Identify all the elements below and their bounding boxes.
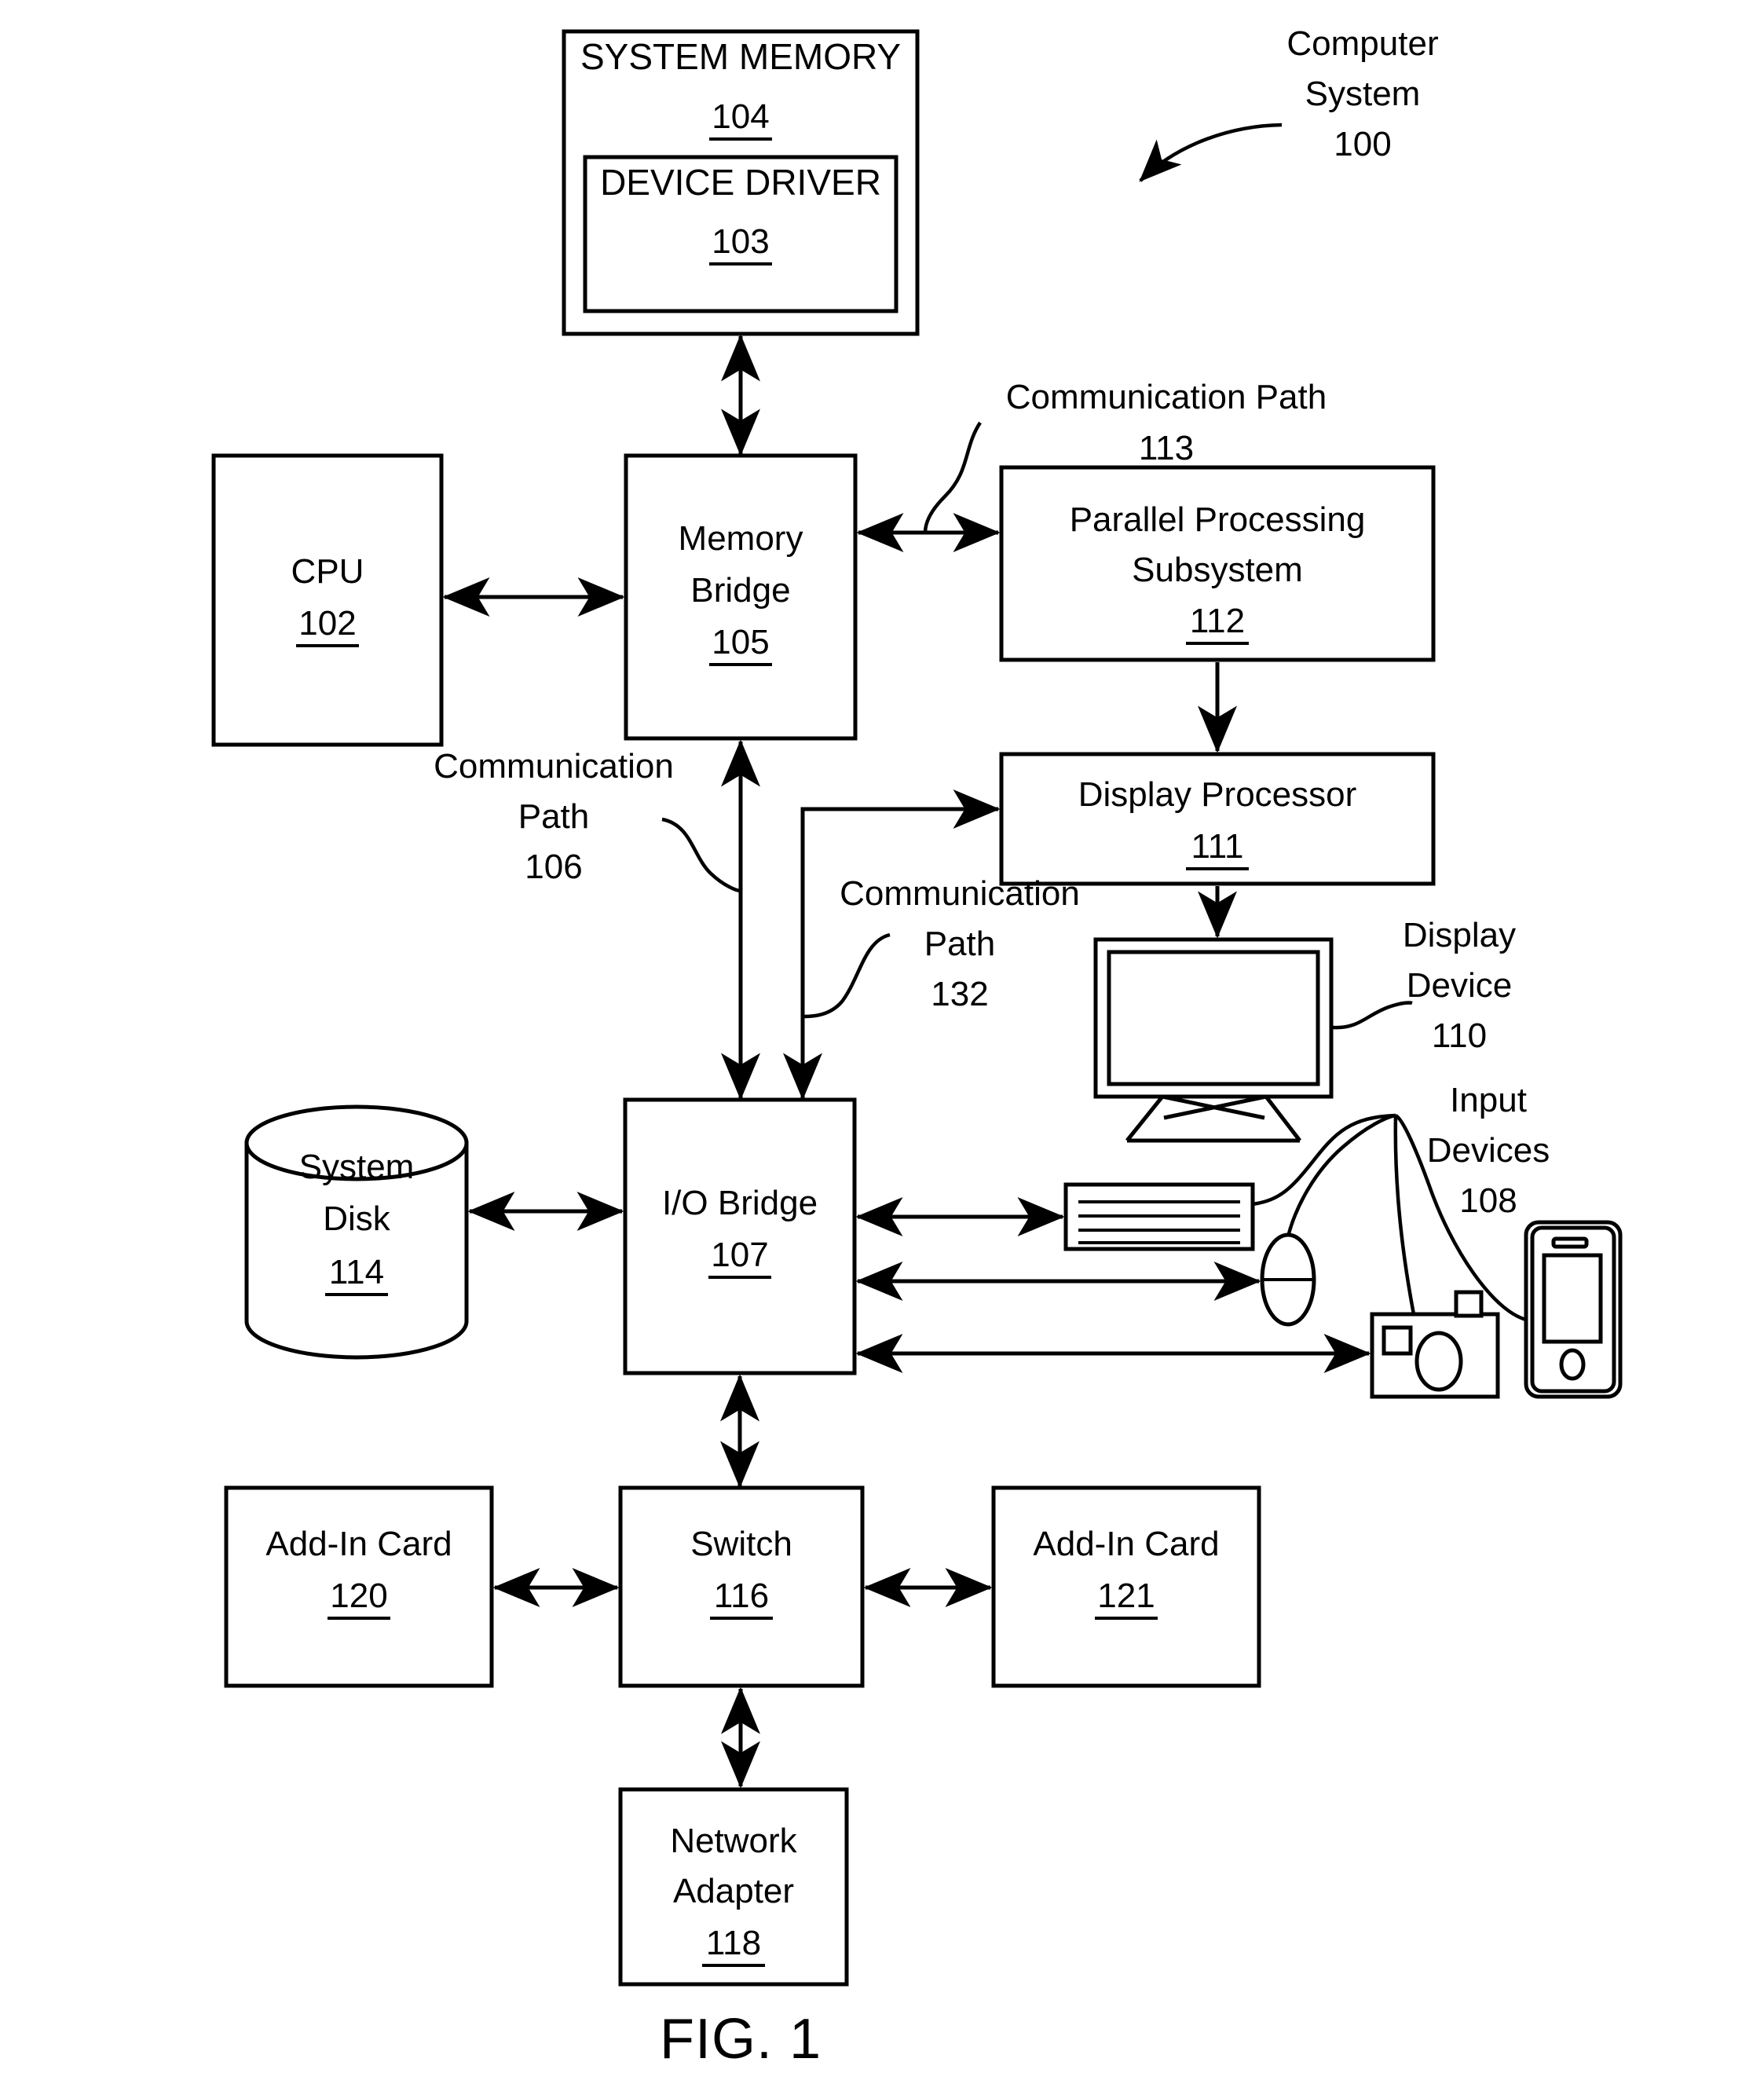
io-bridge-number: 107: [711, 1236, 768, 1274]
system-disk-block: System Disk 114: [244, 1104, 469, 1360]
system-memory-number: 104: [712, 97, 769, 136]
network-adapter-label-line1: Network: [670, 1822, 797, 1860]
pps-label-line2: Subsystem: [1132, 551, 1303, 589]
input-devices-leader-camera: [1393, 1115, 1416, 1315]
input-devices-leader-keyboard: [1252, 1113, 1396, 1207]
smartphone-icon-home-button: [1559, 1348, 1586, 1381]
comm-path-132-number: 132: [931, 975, 988, 1013]
communication-path-106-callout: Communication Path 106: [434, 747, 741, 893]
comm-path-132-label-line1: Communication: [840, 874, 1080, 913]
comm-path-132-leader: [802, 932, 891, 1019]
computer-system-callout: Computer System 100: [1139, 24, 1439, 182]
computer-system-leader-arrow: [1139, 123, 1283, 182]
smartphone-icon: [1524, 1220, 1623, 1399]
switch-block: Switch 116: [618, 1485, 865, 1688]
pps-number: 112: [1190, 602, 1245, 640]
comm-path-132-label-line2: Path: [924, 925, 996, 963]
network-adapter-number: 118: [706, 1924, 761, 1962]
input-devices-label-line1: Input: [1450, 1081, 1527, 1119]
system-memory-label: SYSTEM MEMORY: [580, 36, 901, 77]
computer-system-number: 100: [1334, 125, 1391, 163]
monitor-icon-stand-cross: [1162, 1094, 1267, 1120]
memory-bridge-block: Memory Bridge 105: [624, 453, 858, 741]
computer-system-block-diagram: SYSTEM MEMORY 104 DEVICE DRIVER 103 Comp…: [211, 24, 1623, 2071]
display-device-label-line2: Device: [1407, 966, 1513, 1005]
input-devices-block: Input Devices 108: [1063, 1081, 1623, 1399]
monitor-icon-stand-legs: [1125, 1095, 1301, 1142]
comm-path-106-label-line2: Path: [518, 797, 590, 836]
input-devices-number: 108: [1459, 1181, 1517, 1220]
io-bridge-label: I/O Bridge: [662, 1184, 818, 1222]
switch-label: Switch: [690, 1525, 792, 1563]
add-in-card-121-block: Add-In Card 121: [991, 1485, 1261, 1688]
display-device-leader: [1332, 1001, 1413, 1030]
switch-number: 116: [714, 1577, 769, 1615]
mouse-icon: [1260, 1232, 1316, 1327]
memory-bridge-number: 105: [712, 623, 769, 661]
computer-system-label-line2: System: [1305, 75, 1421, 113]
system-disk-label-line1: System: [299, 1148, 415, 1186]
camera-icon-lens: [1414, 1331, 1463, 1392]
memory-bridge-label-line2: Bridge: [690, 571, 790, 610]
device-driver-number: 103: [712, 222, 769, 261]
display-device-label-line1: Display: [1403, 916, 1516, 954]
comm-path-113-label: Communication Path: [1006, 378, 1327, 416]
computer-system-label-line1: Computer: [1286, 24, 1438, 63]
keyboard-icon: [1063, 1182, 1255, 1251]
display-processor-label: Display Processor: [1078, 775, 1357, 814]
io-bridge-block: I/O Bridge 107: [623, 1097, 857, 1375]
figure-caption: FIG. 1: [660, 2008, 822, 2071]
device-driver-label: DEVICE DRIVER: [600, 162, 881, 203]
comm-path-106-leader: [661, 817, 741, 893]
system-disk-number: 114: [329, 1253, 384, 1291]
patent-figure-1: SYSTEM MEMORY 104 DEVICE DRIVER 103 Comp…: [0, 0, 1764, 2084]
smartphone-icon-screen: [1542, 1253, 1603, 1344]
display-processor-block: Display Processor 111: [999, 752, 1436, 886]
input-devices-leader-mouse: [1286, 1113, 1396, 1237]
network-adapter-block: Network Adapter 118: [618, 1787, 849, 1987]
network-adapter-label-line2: Adapter: [673, 1872, 794, 1910]
add-in-card-120-label: Add-In Card: [265, 1525, 452, 1563]
comm-path-113-leader: [923, 421, 982, 533]
camera-icon: [1370, 1290, 1500, 1399]
communication-path-132-callout: Communication Path 132: [802, 874, 1080, 1019]
input-devices-label-line2: Devices: [1427, 1131, 1550, 1170]
comm-path-106-label-line1: Communication: [434, 747, 674, 786]
pps-label-line1: Parallel Processing: [1070, 500, 1366, 539]
cpu-block: CPU 102: [211, 453, 444, 747]
display-device-number: 110: [1432, 1016, 1487, 1055]
comm-path-106-number: 106: [525, 848, 582, 886]
memory-bridge-label-line1: Memory: [679, 519, 803, 558]
add-in-card-121-label: Add-In Card: [1033, 1525, 1219, 1563]
add-in-card-121-number: 121: [1097, 1577, 1155, 1615]
display-processor-number: 111: [1191, 827, 1244, 866]
cpu-number: 102: [298, 604, 356, 643]
system-disk-label-line2: Disk: [323, 1199, 391, 1238]
cpu-label: CPU: [291, 552, 364, 591]
cpu-box: [211, 453, 444, 747]
add-in-card-120-block: Add-In Card 120: [224, 1485, 494, 1688]
system-memory-block: SYSTEM MEMORY 104 DEVICE DRIVER 103: [562, 29, 920, 336]
add-in-card-120-number: 120: [330, 1577, 387, 1615]
camera-icon-viewfinder: [1382, 1325, 1413, 1356]
comm-path-113-number: 113: [1139, 429, 1194, 467]
camera-icon-flash: [1454, 1290, 1484, 1318]
monitor-icon-screen: [1107, 950, 1320, 1086]
smartphone-icon-speaker: [1551, 1236, 1589, 1249]
parallel-processing-subsystem-block: Parallel Processing Subsystem 112: [999, 465, 1436, 662]
